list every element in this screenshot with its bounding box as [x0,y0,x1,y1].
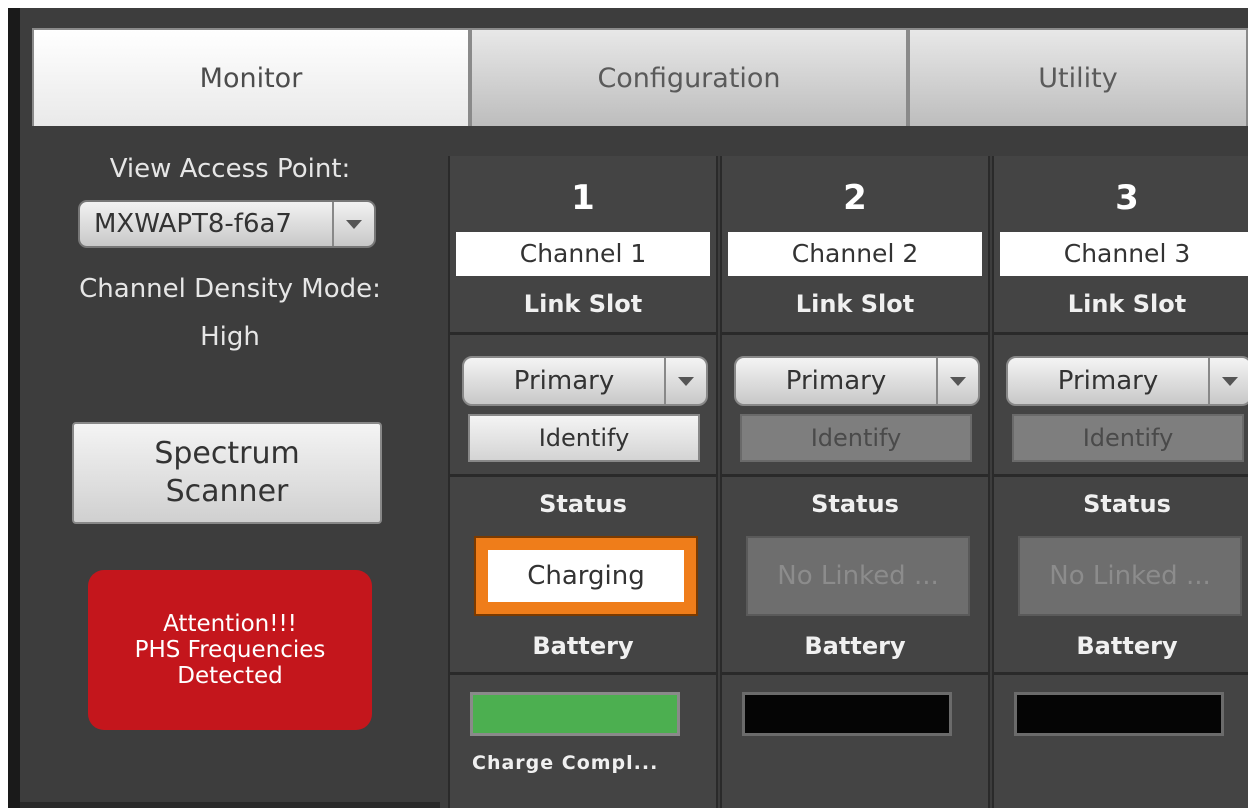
channel-name-field[interactable]: Channel 2 [728,232,982,276]
divider [722,672,988,675]
chevron-down-icon[interactable] [936,358,978,404]
tab-utility[interactable]: Utility [908,28,1248,126]
channel-column-1: 1 Channel 1 Link Slot Primary Identify S… [448,156,718,808]
divider [450,474,716,477]
link-slot-value: Primary [513,366,615,396]
divider [722,332,988,335]
channel-number: 2 [843,178,867,218]
status-indicator: No Linked ... [746,536,970,616]
tab-configuration[interactable]: Configuration [470,28,908,126]
battery-status-text: Charge Compl... [472,752,659,774]
identify-button[interactable]: Identify [468,414,700,462]
status-indicator: No Linked ... [1018,536,1242,616]
battery-bar [470,692,680,736]
link-slot-value: Primary [1057,366,1159,396]
channel-number: 1 [571,178,595,218]
divider [450,672,716,675]
access-point-value: MXWAPT8-f6a7 [94,209,292,239]
channel-density-label: Channel Density Mode: [79,274,381,304]
channel-name-field[interactable]: Channel 3 [1000,232,1248,276]
status-indicator: Charging [474,536,698,616]
identify-button[interactable]: Identify [740,414,972,462]
status-value: Charging [488,550,684,602]
link-slot-dropdown[interactable]: Primary [1006,356,1248,406]
battery-label: Battery [532,632,634,660]
link-slot-label: Link Slot [1067,290,1187,318]
status-label: Status [539,490,627,518]
identify-button[interactable]: Identify [1012,414,1244,462]
battery-bar [1014,692,1224,736]
tab-bar: Monitor Configuration Utility [32,28,1248,126]
status-label: Status [1083,490,1171,518]
left-panel: View Access Point: MXWAPT8-f6a7 Channel … [20,126,440,808]
battery-label: Battery [804,632,906,660]
access-point-dropdown[interactable]: MXWAPT8-f6a7 [78,200,376,248]
divider [722,474,988,477]
channel-column-2: 2 Channel 2 Link Slot Primary Identify S… [720,156,990,808]
link-slot-dropdown[interactable]: Primary [734,356,980,406]
link-slot-dropdown[interactable]: Primary [462,356,708,406]
phs-alert-badge: Attention!!! PHS Frequencies Detected [88,570,372,730]
link-slot-label: Link Slot [523,290,643,318]
chevron-down-icon[interactable] [664,358,706,404]
divider [994,474,1248,477]
battery-bar [742,692,952,736]
battery-label: Battery [1076,632,1178,660]
link-slot-value: Primary [785,366,887,396]
tab-monitor[interactable]: Monitor [32,28,470,126]
channel-grid: 1 Channel 1 Link Slot Primary Identify S… [448,156,1248,808]
status-label: Status [811,490,899,518]
channel-number: 3 [1115,178,1139,218]
divider [994,672,1248,675]
app-window: Monitor Configuration Utility View Acces… [8,8,1248,808]
spectrum-scanner-button[interactable]: Spectrum Scanner [72,422,382,524]
chevron-down-icon[interactable] [1208,358,1248,404]
divider [994,332,1248,335]
view-access-point-label: View Access Point: [109,154,351,184]
chevron-down-icon[interactable] [332,202,374,246]
channel-column-3: 3 Channel 3 Link Slot Primary Identify S… [992,156,1248,808]
channel-density-value: High [200,322,260,352]
channel-name-field[interactable]: Channel 1 [456,232,710,276]
divider [20,802,440,808]
divider [450,332,716,335]
link-slot-label: Link Slot [795,290,915,318]
